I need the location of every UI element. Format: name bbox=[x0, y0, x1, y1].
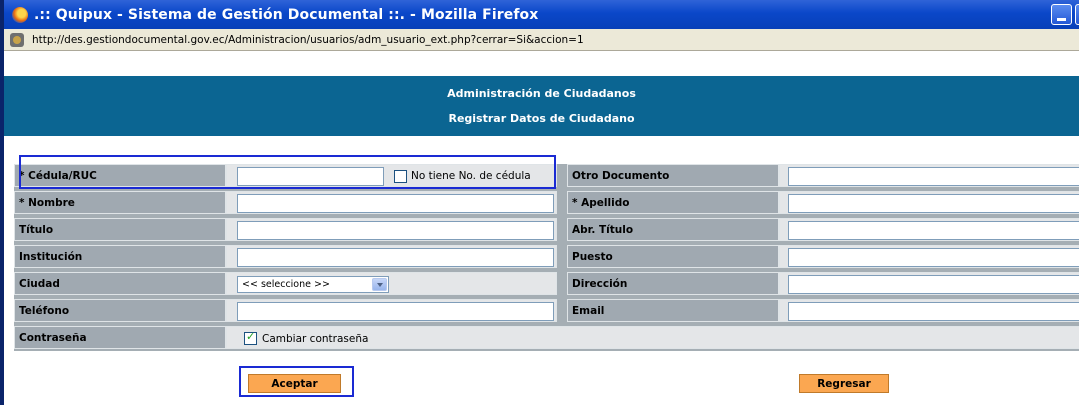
ciudad-selected-value: << seleccione >> bbox=[242, 279, 330, 290]
title-bar: .:: Quipux - Sistema de Gestión Document… bbox=[4, 0, 1079, 29]
titulo-cell bbox=[226, 218, 557, 241]
direccion-cell bbox=[779, 272, 1079, 295]
puesto-label: Puesto bbox=[567, 245, 779, 268]
address-bar: http://des.gestiondocumental.gov.ec/Admi… bbox=[4, 29, 1079, 51]
institucion-cell bbox=[226, 245, 557, 268]
header-subtitle: Registrar Datos de Ciudadano bbox=[448, 112, 635, 125]
window-title: .:: Quipux - Sistema de Gestión Document… bbox=[34, 6, 539, 23]
otro-documento-label: Otro Documento bbox=[567, 164, 779, 187]
ciudad-select[interactable]: << seleccione >> bbox=[237, 276, 389, 293]
telefono-cell bbox=[226, 299, 557, 322]
apellido-input[interactable] bbox=[788, 194, 1079, 213]
abr-titulo-label: Abr. Título bbox=[567, 218, 779, 241]
url-text[interactable]: http://des.gestiondocumental.gov.ec/Admi… bbox=[32, 34, 584, 46]
puesto-cell bbox=[779, 245, 1079, 268]
citizen-form: * Cédula/RUC No tiene No. de cédula Otro… bbox=[14, 164, 1079, 351]
institucion-input[interactable] bbox=[237, 248, 554, 267]
site-icon bbox=[10, 32, 24, 47]
institucion-label: Institución bbox=[14, 245, 226, 268]
cambiar-contrasena-checkbox[interactable] bbox=[244, 330, 257, 345]
email-cell bbox=[779, 299, 1079, 322]
firefox-icon bbox=[12, 6, 28, 23]
maximize-button[interactable] bbox=[1075, 4, 1079, 25]
nombre-input[interactable] bbox=[237, 194, 554, 213]
header-title: Administración de Ciudadanos bbox=[447, 87, 636, 100]
minimize-button[interactable] bbox=[1051, 4, 1072, 25]
titulo-input[interactable] bbox=[237, 221, 554, 240]
ciudad-cell: << seleccione >> bbox=[226, 272, 557, 295]
direccion-label: Dirección bbox=[567, 272, 779, 295]
page-header: Administración de Ciudadanos Registrar D… bbox=[4, 76, 1079, 136]
nombre-cell bbox=[226, 191, 557, 214]
accept-highlight bbox=[239, 366, 354, 397]
otro-documento-cell bbox=[779, 164, 1079, 187]
telefono-input[interactable] bbox=[237, 302, 554, 321]
chevron-down-icon[interactable] bbox=[372, 278, 387, 291]
apellido-cell bbox=[779, 191, 1079, 214]
contrasena-cell: Cambiar contraseña bbox=[226, 326, 1079, 349]
back-button[interactable]: Regresar bbox=[799, 374, 889, 393]
direccion-input[interactable] bbox=[788, 275, 1079, 294]
email-input[interactable] bbox=[788, 302, 1079, 321]
cambiar-contrasena-label: Cambiar contraseña bbox=[262, 333, 369, 345]
nombre-label: * Nombre bbox=[14, 191, 226, 214]
browser-window: .:: Quipux - Sistema de Gestión Document… bbox=[0, 0, 1079, 405]
titulo-label: Título bbox=[14, 218, 226, 241]
email-label: Email bbox=[567, 299, 779, 322]
contrasena-label: Contraseña bbox=[14, 326, 226, 349]
abr-titulo-cell bbox=[779, 218, 1079, 241]
telefono-label: Teléfono bbox=[14, 299, 226, 322]
ciudad-label: Ciudad bbox=[14, 272, 226, 295]
puesto-input[interactable] bbox=[788, 248, 1079, 267]
apellido-label: * Apellido bbox=[567, 191, 779, 214]
otro-documento-input[interactable] bbox=[788, 167, 1079, 186]
abr-titulo-input[interactable] bbox=[788, 221, 1079, 240]
cedula-highlight bbox=[19, 155, 556, 189]
